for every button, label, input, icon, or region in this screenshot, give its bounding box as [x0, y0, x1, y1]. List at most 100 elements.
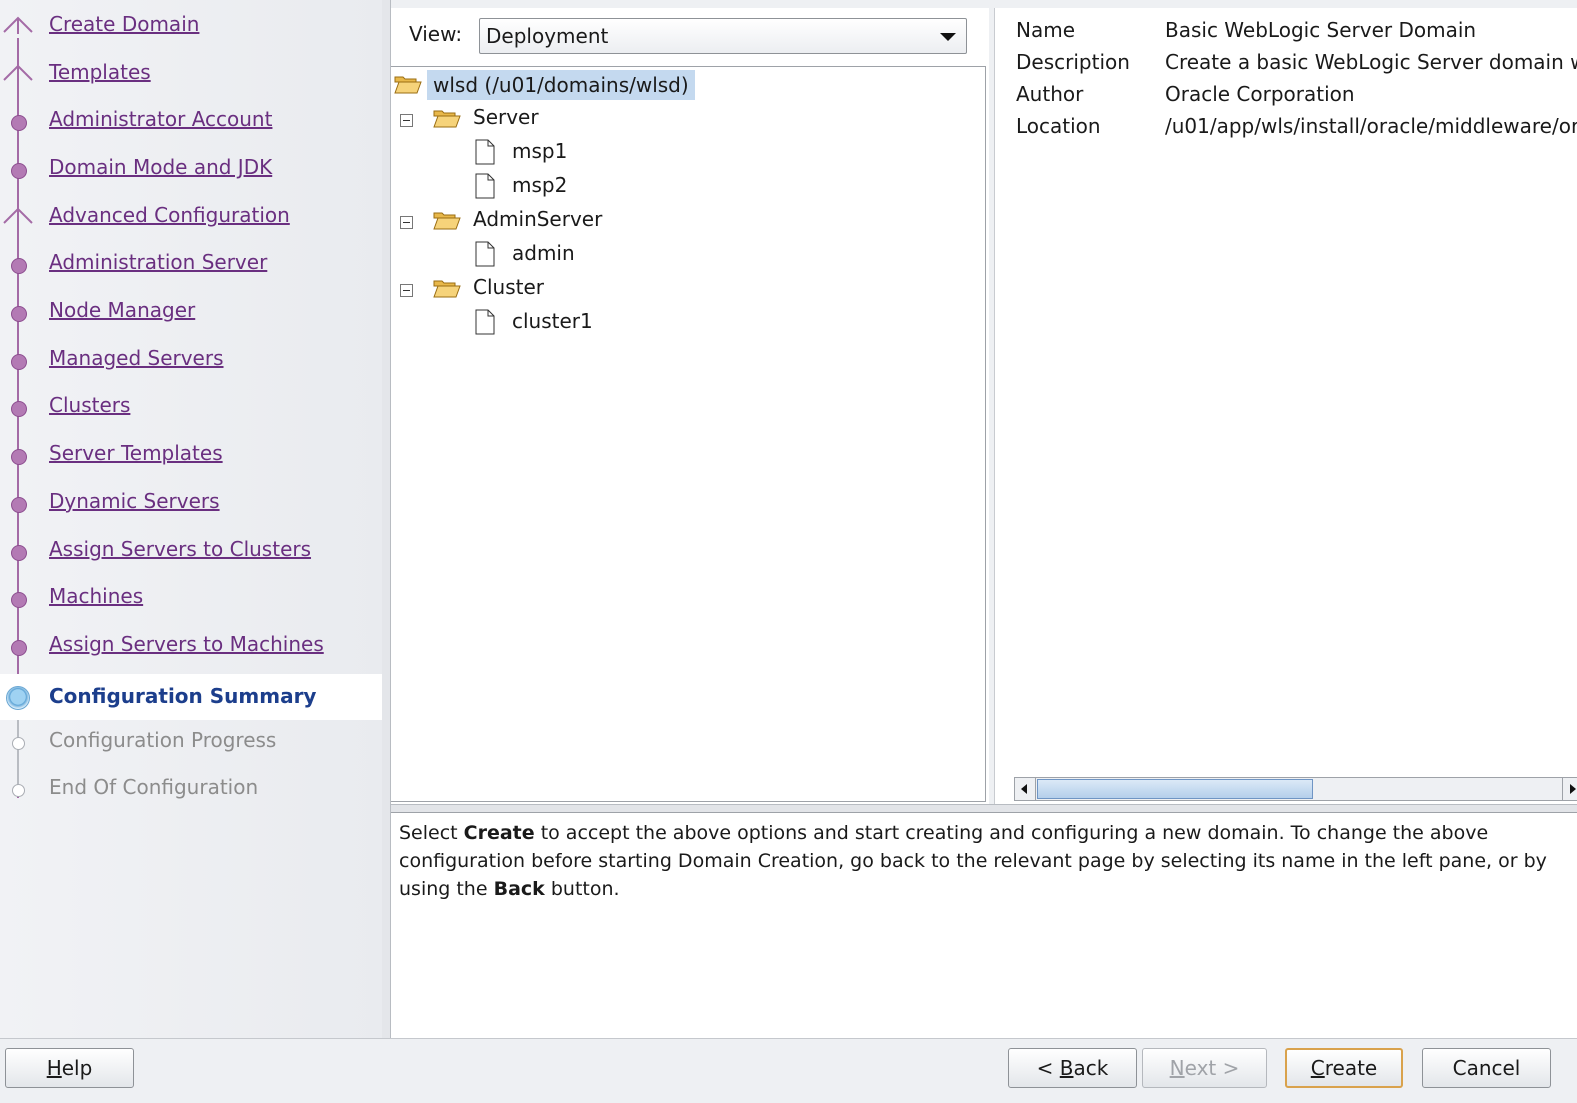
- mnemonic: B: [1059, 1056, 1074, 1080]
- tree-group-adminserver[interactable]: AdminServer: [391, 203, 691, 235]
- step-label[interactable]: Administrator Account: [49, 107, 272, 131]
- branch-icon: [3, 16, 33, 34]
- collapse-icon[interactable]: [400, 284, 413, 297]
- file-icon: [475, 139, 495, 165]
- open-folder-icon: [433, 280, 461, 298]
- scroll-left-icon[interactable]: [1015, 778, 1036, 800]
- property-location-label: Location: [1016, 114, 1101, 138]
- step-dot-icon: [11, 497, 27, 513]
- step-dot-icon: [11, 449, 27, 465]
- property-author-label: Author: [1016, 82, 1084, 106]
- help-description: Select Create to accept the above option…: [391, 812, 1577, 1038]
- tree-root-node[interactable]: wlsd (/u01/domains/wlsd): [391, 67, 731, 100]
- step-configuration-progress: Configuration Progress: [0, 718, 382, 764]
- step-label: Configuration Summary: [49, 684, 317, 708]
- property-location-value: /u01/app/wls/install/oracle/middleware/o…: [1165, 114, 1577, 138]
- tree-group-cluster[interactable]: Cluster: [391, 271, 691, 303]
- help-button[interactable]: Help: [5, 1048, 134, 1088]
- button-label: elp: [61, 1056, 93, 1080]
- tree-group-label[interactable]: AdminServer: [473, 207, 602, 231]
- step-dot-icon: [11, 640, 27, 656]
- step-dot-icon: [11, 258, 27, 274]
- desc-text: Select: [399, 822, 464, 844]
- tree-leaf-label[interactable]: cluster1: [512, 309, 593, 333]
- step-assign-servers-to-clusters[interactable]: Assign Servers to Clusters: [0, 527, 382, 573]
- mnemonic: N: [1169, 1056, 1185, 1080]
- step-label[interactable]: Node Manager: [49, 298, 195, 322]
- button-label: ext >: [1184, 1056, 1240, 1080]
- open-folder-icon: [394, 76, 422, 94]
- view-dropdown[interactable]: Deployment: [479, 18, 967, 54]
- tree-leaf-label[interactable]: msp2: [512, 173, 567, 197]
- scrollbar-thumb[interactable]: [1037, 779, 1313, 799]
- next-button: Next >: [1142, 1048, 1267, 1088]
- domain-tree[interactable]: wlsd (/u01/domains/wlsd) Server msp1 msp…: [391, 66, 986, 802]
- step-label[interactable]: Server Templates: [49, 441, 223, 465]
- tree-group-server[interactable]: Server: [391, 101, 691, 133]
- branch-icon: [3, 207, 33, 225]
- tree-leaf-admin[interactable]: admin: [391, 237, 691, 269]
- step-clusters[interactable]: Clusters: [0, 383, 382, 429]
- property-name-value: Basic WebLogic Server Domain: [1165, 18, 1477, 42]
- tree-group-label[interactable]: Cluster: [473, 275, 544, 299]
- collapse-icon[interactable]: [400, 114, 413, 127]
- step-advanced-configuration[interactable]: Advanced Configuration: [0, 193, 382, 239]
- horizontal-scrollbar[interactable]: [1014, 777, 1577, 801]
- tree-leaf-label[interactable]: msp1: [512, 139, 567, 163]
- tree-leaf-cluster1[interactable]: cluster1: [391, 305, 691, 337]
- tree-root-label[interactable]: wlsd (/u01/domains/wlsd): [427, 70, 695, 100]
- step-templates[interactable]: Templates: [0, 50, 382, 96]
- collapse-icon[interactable]: [400, 216, 413, 229]
- step-create-domain[interactable]: Create Domain: [0, 2, 382, 48]
- button-label: reate: [1324, 1056, 1378, 1080]
- button-label: Cancel: [1452, 1056, 1521, 1080]
- step-label[interactable]: Managed Servers: [49, 346, 224, 370]
- wizard-step-navigation: Create Domain Templates Administrator Ac…: [0, 0, 382, 1040]
- step-dot-icon: [11, 354, 27, 370]
- button-label: <: [1036, 1056, 1060, 1080]
- back-button[interactable]: < Back: [1008, 1048, 1137, 1088]
- desc-bold-back: Back: [493, 878, 545, 900]
- summary-tree-pane: View: Deployment wlsd (/u01/domains/wlsd…: [391, 8, 989, 804]
- button-label: ack: [1073, 1056, 1109, 1080]
- tree-group-label[interactable]: Server: [473, 105, 539, 129]
- step-label[interactable]: Templates: [49, 60, 151, 84]
- step-label[interactable]: Clusters: [49, 393, 130, 417]
- step-label[interactable]: Administration Server: [49, 250, 267, 274]
- step-assign-servers-to-machines[interactable]: Assign Servers to Machines: [0, 622, 382, 668]
- step-label[interactable]: Assign Servers to Machines: [49, 632, 324, 656]
- step-dynamic-servers[interactable]: Dynamic Servers: [0, 479, 382, 525]
- step-label[interactable]: Machines: [49, 584, 143, 608]
- property-description-label: Description: [1016, 50, 1130, 74]
- view-label: View:: [409, 22, 463, 46]
- step-server-templates[interactable]: Server Templates: [0, 431, 382, 477]
- step-machines[interactable]: Machines: [0, 574, 382, 620]
- step-administration-server[interactable]: Administration Server: [0, 240, 382, 286]
- vertical-splitter[interactable]: [382, 0, 391, 1040]
- step-label[interactable]: Domain Mode and JDK: [49, 155, 272, 179]
- step-administrator-account[interactable]: Administrator Account: [0, 97, 382, 143]
- step-dot-icon: [11, 545, 27, 561]
- mnemonic: H: [46, 1056, 62, 1080]
- step-dot-icon: [12, 737, 25, 750]
- tree-leaf-msp2[interactable]: msp2: [391, 169, 691, 201]
- cancel-button[interactable]: Cancel: [1422, 1048, 1551, 1088]
- mnemonic: C: [1310, 1056, 1325, 1080]
- tree-leaf-label[interactable]: admin: [512, 241, 575, 265]
- step-node-manager[interactable]: Node Manager: [0, 288, 382, 334]
- create-button[interactable]: Create: [1285, 1048, 1403, 1088]
- scroll-right-icon[interactable]: [1562, 778, 1577, 800]
- details-pane: Name Basic WebLogic Server Domain Descri…: [994, 8, 1577, 804]
- step-domain-mode-and-jdk[interactable]: Domain Mode and JDK: [0, 145, 382, 191]
- step-dot-icon: [11, 592, 27, 608]
- step-label[interactable]: Assign Servers to Clusters: [49, 537, 311, 561]
- step-managed-servers[interactable]: Managed Servers: [0, 336, 382, 382]
- step-label[interactable]: Create Domain: [49, 12, 199, 36]
- step-label: End Of Configuration: [49, 775, 259, 799]
- step-label: Configuration Progress: [49, 728, 277, 752]
- step-dot-icon: [12, 784, 25, 797]
- step-label[interactable]: Advanced Configuration: [49, 203, 290, 227]
- file-icon: [475, 241, 495, 267]
- tree-leaf-msp1[interactable]: msp1: [391, 135, 691, 167]
- step-label[interactable]: Dynamic Servers: [49, 489, 220, 513]
